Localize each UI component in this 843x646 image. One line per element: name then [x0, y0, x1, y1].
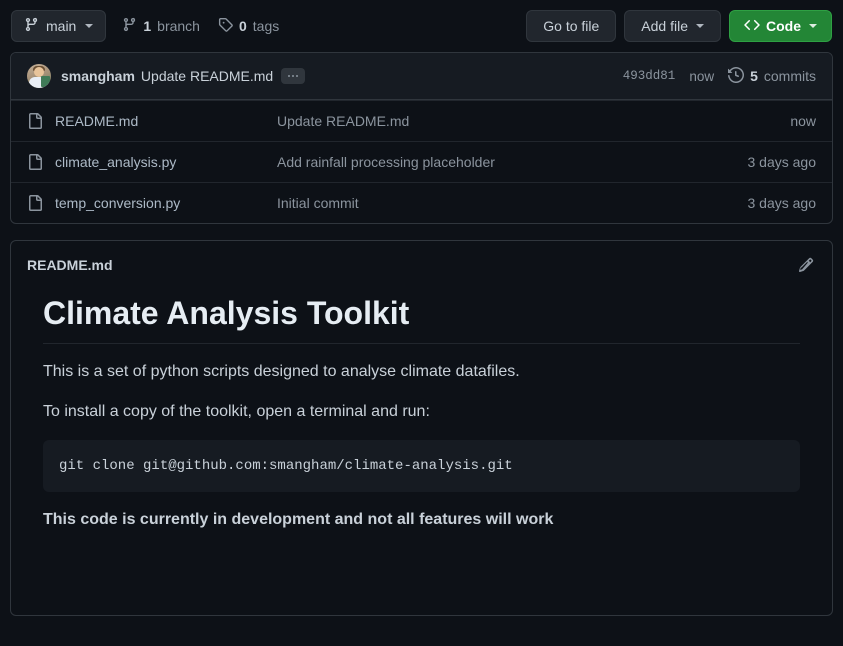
commit-message-link[interactable]: Update README.md [141, 68, 273, 84]
file-commit-message[interactable]: Initial commit [277, 195, 748, 211]
commit-author-link[interactable]: smangham [61, 68, 135, 84]
commits-count-value: 5 [750, 68, 758, 84]
history-icon [728, 67, 744, 86]
dot [288, 75, 290, 77]
pencil-icon[interactable] [796, 255, 816, 275]
table-row[interactable]: README.md Update README.md now [11, 100, 832, 141]
file-icon [27, 154, 43, 170]
commit-meta: 493dd81 now 5 commits [623, 67, 816, 86]
repo-toolbar: main 1 branch 0 tags [10, 0, 833, 52]
latest-commit-bar: smangham Update README.md 493dd81 now 5 [11, 53, 832, 100]
branch-count[interactable]: 1 branch [122, 17, 200, 35]
file-age: 3 days ago [748, 154, 817, 170]
file-name-link[interactable]: climate_analysis.py [55, 154, 277, 170]
branch-selector-label: main [46, 18, 76, 34]
file-commit-message[interactable]: Add rainfall processing placeholder [277, 154, 748, 170]
readme-filename: README.md [27, 257, 113, 273]
tag-count-label: tags [253, 18, 279, 34]
file-age: 3 days ago [748, 195, 817, 211]
chevron-down-icon [85, 24, 93, 28]
repo-meta-group: 1 branch 0 tags [122, 17, 279, 35]
avatar [27, 64, 51, 88]
go-to-file-label: Go to file [543, 18, 599, 34]
code-button[interactable]: Code [729, 10, 832, 42]
file-age: now [790, 113, 816, 129]
file-list-panel: smangham Update README.md 493dd81 now 5 [10, 52, 833, 224]
readme-development-note: This code is currently in development an… [43, 508, 800, 532]
code-brackets-icon [744, 17, 760, 36]
readme-code-block: git clone git@github.com:smangham/climat… [43, 440, 800, 492]
commit-expand-button[interactable] [281, 68, 305, 84]
code-button-label: Code [766, 18, 801, 34]
readme-code-text: git clone git@github.com:smangham/climat… [59, 458, 513, 474]
git-branch-icon [24, 17, 39, 35]
table-row[interactable]: climate_analysis.py Add rainfall process… [11, 141, 832, 182]
git-branch-icon [122, 17, 137, 35]
repository-page: main 1 branch 0 tags [0, 0, 843, 646]
readme-heading: Climate Analysis Toolkit [43, 293, 800, 344]
readme-header: README.md [11, 241, 832, 281]
file-icon [27, 195, 43, 211]
branch-selector-button[interactable]: main [11, 10, 106, 42]
dot [296, 75, 298, 77]
readme-paragraph-2: To install a copy of the toolkit, open a… [43, 400, 800, 424]
commit-sha[interactable]: 493dd81 [623, 69, 676, 83]
go-to-file-button[interactable]: Go to file [526, 10, 616, 42]
table-row[interactable]: temp_conversion.py Initial commit 3 days… [11, 182, 832, 223]
commits-count-label: commits [764, 68, 816, 84]
commit-history-link[interactable]: 5 commits [728, 67, 816, 86]
add-file-button[interactable]: Add file [624, 10, 721, 42]
chevron-down-icon [696, 24, 704, 28]
tag-count[interactable]: 0 tags [218, 17, 279, 35]
file-icon [27, 113, 43, 129]
chevron-down-icon [809, 24, 817, 28]
readme-content: Climate Analysis Toolkit This is a set o… [11, 281, 832, 552]
file-name-link[interactable]: README.md [55, 113, 277, 129]
file-name-link[interactable]: temp_conversion.py [55, 195, 277, 211]
tag-count-value: 0 [239, 18, 247, 34]
file-commit-message[interactable]: Update README.md [277, 113, 790, 129]
dot [292, 75, 294, 77]
tag-icon [218, 17, 233, 35]
commit-timestamp: now [689, 69, 714, 84]
readme-panel: README.md Climate Analysis Toolkit This … [10, 240, 833, 616]
branch-count-value: 1 [143, 18, 151, 34]
readme-paragraph-1: This is a set of python scripts designed… [43, 360, 800, 384]
branch-count-label: branch [157, 18, 200, 34]
add-file-label: Add file [641, 18, 688, 34]
